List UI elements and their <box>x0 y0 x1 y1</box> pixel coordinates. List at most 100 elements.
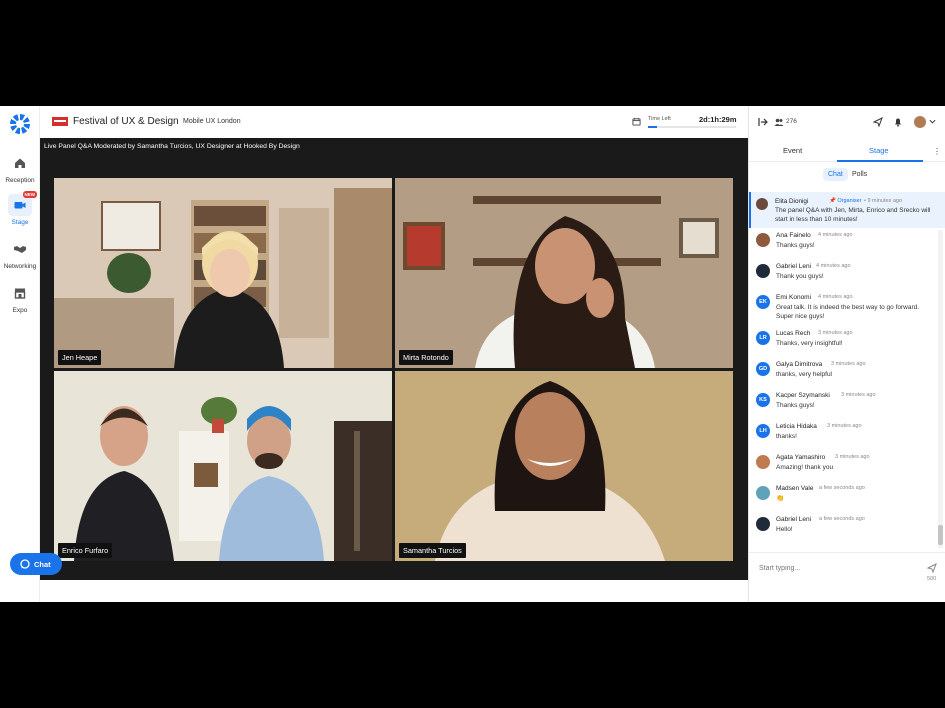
right-panel: 276 Event Stage ⋮ Chat Polls Elita Dioni… <box>748 106 945 602</box>
avatar <box>756 455 770 469</box>
nav-label: Reception <box>5 177 35 184</box>
pinned-text: The panel Q&A with Jen, Mirta, Enrico an… <box>775 207 931 223</box>
video-tile[interactable]: Samantha Turcios <box>395 371 733 561</box>
message-time: 4 minutes ago <box>816 263 851 269</box>
new-badge: NEW <box>22 191 37 198</box>
nav-item-networking[interactable]: Networking <box>0 238 40 270</box>
panel-toolbar: 276 <box>749 106 945 138</box>
message-author: Emi Konomi <box>776 294 812 301</box>
participant-name: Enrico Furfaro <box>58 543 113 558</box>
message-text: Great talk. It is indeed the best way to… <box>776 304 920 320</box>
chat-message: Madsen Vale a few seconds ago 👏 <box>749 483 939 513</box>
participant-video <box>54 371 392 561</box>
app-window: Reception NEW Stage Networking Expo Fest… <box>0 106 945 602</box>
stage-area: Live Panel Q&A Moderated by Samantha Tur… <box>40 138 748 580</box>
chat-input[interactable] <box>759 565 919 572</box>
participant-name: Samantha Turcios <box>399 543 466 558</box>
message-text: thanks! <box>776 433 797 440</box>
event-title: Festival of UX & Design <box>73 116 179 127</box>
panel-tabs: Event Stage ⋮ <box>749 142 945 162</box>
message-time: 3 minutes ago <box>835 454 870 460</box>
message-text: Thanks, very insightful! <box>776 340 843 347</box>
chat-message: GD Galya Dimitrova 3 minutes ago thanks, ve… <box>749 359 939 389</box>
video-tile[interactable]: Jen Heape <box>54 178 392 368</box>
message-text: Amazing! thank you <box>776 464 834 471</box>
participant-video <box>395 178 733 368</box>
message-time: 3 minutes ago <box>818 330 853 336</box>
calendar-icon <box>632 117 641 126</box>
avatar <box>756 486 770 500</box>
avatar <box>756 264 770 278</box>
message-author: Kacper Szymanski <box>776 392 830 399</box>
nav-item-stage[interactable]: NEW Stage <box>0 191 40 226</box>
send-message-icon[interactable] <box>927 563 937 573</box>
message-text: 👏 <box>776 495 785 502</box>
subtab-chat[interactable]: Chat <box>823 168 848 181</box>
avatar: GD <box>756 362 770 376</box>
message-author: Leticia Hidaka <box>776 423 817 430</box>
message-text: Thanks guys! <box>776 402 815 409</box>
tab-stage[interactable]: Stage <box>869 146 889 155</box>
handshake-icon <box>14 246 26 253</box>
chat-messages: Ana Fainelo 4 minutes ago Thanks guys! Gabr… <box>749 230 939 548</box>
chevron-down-icon[interactable] <box>929 118 936 125</box>
message-time: 3 minutes ago <box>831 361 866 367</box>
message-author: Gabriel Leni <box>776 516 812 523</box>
time-left-label: Time Left <box>648 116 671 122</box>
bell-icon[interactable] <box>893 117 903 127</box>
user-avatar[interactable] <box>914 116 926 128</box>
nav-label: Networking <box>3 263 37 270</box>
chat-button[interactable]: Chat <box>10 553 62 575</box>
attendee-count: 276 <box>786 118 797 125</box>
message-time: 3 minutes ago <box>827 423 862 429</box>
home-icon <box>15 158 25 168</box>
char-count: 500 <box>927 576 937 582</box>
chat-message: LR Lucas Rech 3 minutes ago Thanks, very in… <box>749 328 939 358</box>
chat-message: Agata Yamashiro 3 minutes ago Amazing! tha… <box>749 452 939 482</box>
message-author: Galya Dimitrova <box>776 361 823 368</box>
pinned-time: • 9 minutes ago <box>864 198 903 204</box>
avatar: EK <box>756 295 770 309</box>
message-text: Hello! <box>776 526 793 533</box>
message-time: 4 minutes ago <box>818 232 853 238</box>
avatar: LH <box>756 424 770 438</box>
store-icon <box>14 288 26 299</box>
message-time: 3 minutes ago <box>841 392 876 398</box>
nav-item-reception[interactable]: Reception <box>0 152 40 184</box>
chat-scrollbar[interactable] <box>938 230 943 548</box>
people-icon <box>774 118 784 126</box>
chat-message: KS Kacper Szymanski 3 minutes ago Thanks gu… <box>749 390 939 420</box>
organiser-label: Organiser <box>837 198 862 204</box>
avatar: KS <box>756 393 770 407</box>
video-tile[interactable]: Enrico Furfaro <box>54 371 392 561</box>
message-author: Madsen Vale <box>776 485 814 492</box>
message-author: Lucas Rech <box>776 330 811 337</box>
collapse-panel-icon[interactable] <box>758 117 768 127</box>
avatar <box>756 233 770 247</box>
avatar: LR <box>756 331 770 345</box>
message-author: Ana Fainelo <box>776 232 811 239</box>
app-logo-icon[interactable] <box>10 114 30 134</box>
pinned-message: Elita Dionigi 📌 Organiser • 9 minutes ag… <box>749 192 945 228</box>
send-icon[interactable] <box>873 117 883 127</box>
left-nav: Reception NEW Stage Networking Expo <box>0 106 40 602</box>
more-options-icon[interactable]: ⋮ <box>933 147 941 156</box>
message-text: Thank you guys! <box>776 273 824 280</box>
nav-item-expo[interactable]: Expo <box>0 282 40 314</box>
participant-name: Mirta Rotondo <box>399 350 453 365</box>
camera-icon <box>14 202 26 209</box>
chat-message: Gabriel Leni a few seconds ago Hello! <box>749 514 939 544</box>
message-time: a few seconds ago <box>819 516 865 522</box>
nav-label: Stage <box>11 219 29 226</box>
avatar <box>756 198 768 210</box>
chat-subtabs: Chat Polls <box>749 168 945 184</box>
stage-heading: Live Panel Q&A Moderated by Samantha Tur… <box>44 143 300 150</box>
subtab-polls[interactable]: Polls <box>852 171 867 178</box>
top-bar: Festival of UX & Design Mobile UX London… <box>40 106 748 138</box>
chat-message: Ana Fainelo 4 minutes ago Thanks guys! <box>749 230 939 260</box>
message-text: thanks, very helpful <box>776 371 833 378</box>
tab-event[interactable]: Event <box>783 146 802 155</box>
video-tile[interactable]: Mirta Rotondo <box>395 178 733 368</box>
avatar <box>756 517 770 531</box>
time-left-value: 2d:1h:29m <box>699 115 737 124</box>
